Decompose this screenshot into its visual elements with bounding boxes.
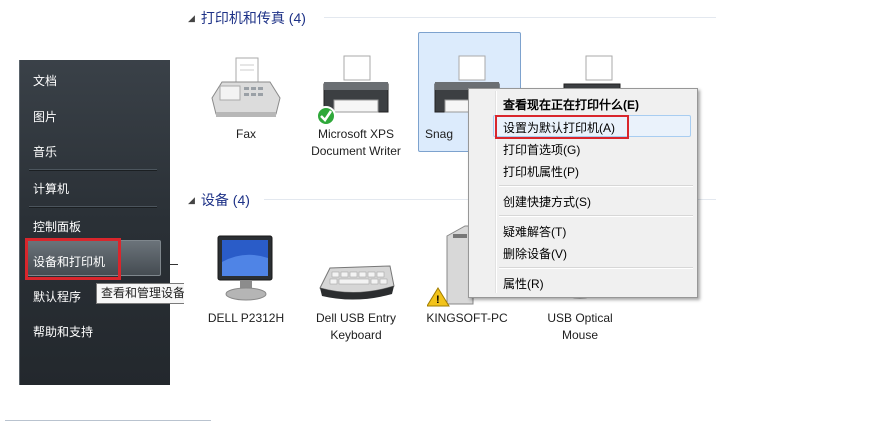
menu-item-create-shortcut[interactable]: 创建快捷方式(S) [503, 193, 591, 210]
start-item-music[interactable]: 音乐 [33, 143, 57, 160]
start-item-help-support[interactable]: 帮助和支持 [33, 323, 93, 340]
printer-label: Microsoft XPS Document Writer [311, 127, 401, 158]
annotation-red-box-set-default [495, 115, 629, 139]
menu-item-see-whats-printing[interactable]: 查看现在正在打印什么(E) [503, 96, 639, 113]
device-label: Dell USB Entry Keyboard [315, 311, 397, 342]
menu-item-printer-properties[interactable]: 打印机属性(P) [503, 163, 579, 180]
svg-text:!: ! [436, 294, 440, 306]
start-item-control-panel[interactable]: 控制面板 [33, 218, 81, 235]
menu-item-remove-device[interactable]: 删除设备(V) [503, 245, 567, 262]
printer-icon [316, 55, 389, 126]
device-label: DELL P2312H [207, 311, 285, 325]
menu-separator [499, 185, 693, 187]
monitor-icon [217, 235, 273, 301]
printer-context-menu: 查看现在正在打印什么(E) 设置为默认打印机(A) 打印首选项(G) 打印机属性… [468, 88, 698, 298]
device-keyboard[interactable]: Dell USB Entry Keyboard [310, 232, 402, 344]
start-menu-separator [29, 206, 157, 208]
start-item-computer[interactable]: 计算机 [33, 180, 69, 197]
device-label: KINGSOFT-PC [426, 311, 508, 325]
group-header-devices[interactable]: ◢ 设备 (4) [188, 190, 250, 210]
start-menu-right-pane: 文档 图片 音乐 计算机 控制面板 设备和打印机 默认程序 帮助和支持 [19, 60, 170, 385]
collapse-triangle-icon[interactable]: ◢ [188, 195, 195, 205]
devices-printers-tooltip: 查看和管理设备 [96, 283, 191, 304]
group-title-printers: 打印机和传真 (4) [200, 10, 306, 26]
group-divider [324, 17, 716, 18]
menu-separator [499, 215, 693, 217]
menu-item-properties[interactable]: 属性(R) [503, 275, 544, 292]
menu-item-troubleshoot[interactable]: 疑难解答(T) [503, 223, 566, 240]
fax-icon [211, 57, 281, 117]
start-menu-separator [29, 169, 157, 171]
keyboard-icon [319, 265, 395, 300]
printer-label: Fax [235, 127, 256, 141]
default-checkmark-icon [316, 106, 336, 126]
start-item-pictures[interactable]: 图片 [33, 108, 57, 125]
tooltip-connector [170, 264, 178, 265]
bottom-divider [5, 420, 211, 421]
menu-separator [499, 267, 693, 269]
collapse-triangle-icon[interactable]: ◢ [188, 13, 195, 23]
printer-fax[interactable]: Fax [200, 54, 292, 143]
group-header-printers[interactable]: ◢ 打印机和传真 (4) [188, 8, 306, 28]
menu-item-printing-preferences[interactable]: 打印首选项(G) [503, 141, 580, 158]
device-label: USB Optical Mouse [547, 311, 613, 342]
start-item-default-programs[interactable]: 默认程序 [33, 288, 81, 305]
device-monitor[interactable]: DELL P2312H [200, 232, 292, 327]
group-title-devices: 设备 (4) [200, 192, 250, 208]
printer-microsoft-xps[interactable]: Microsoft XPS Document Writer [310, 54, 402, 160]
annotation-red-box-devices [25, 238, 121, 280]
start-item-documents[interactable]: 文档 [33, 72, 57, 89]
